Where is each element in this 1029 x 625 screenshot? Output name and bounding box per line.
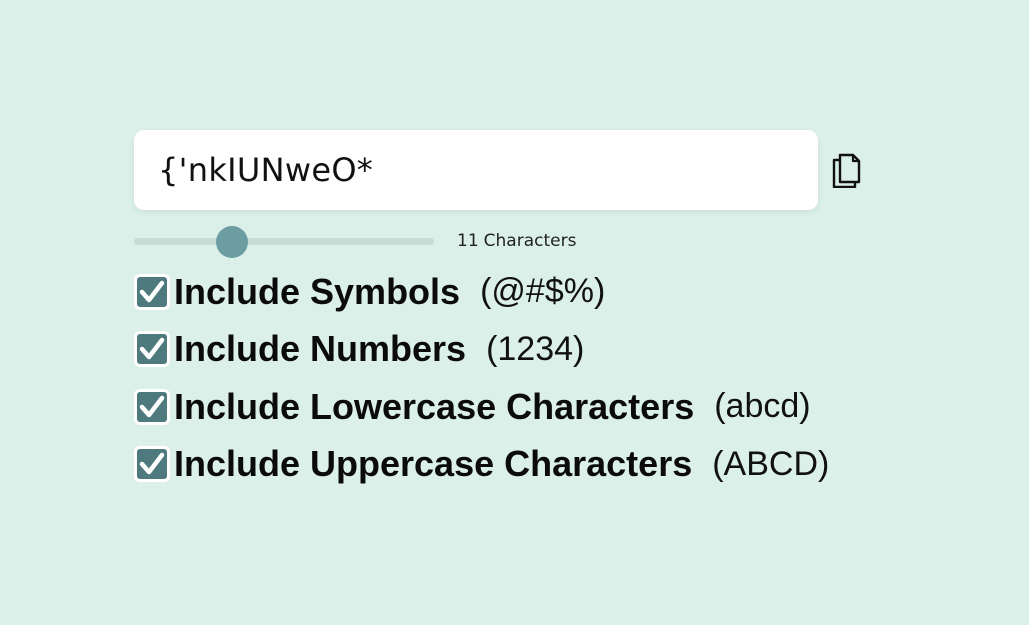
password-text: {'nkIUNweO* <box>158 151 374 189</box>
option-example: (1234) <box>486 329 585 368</box>
length-row: 11 Characters <box>134 225 874 258</box>
symbols-checkbox[interactable] <box>134 273 170 310</box>
uppercase-checkbox[interactable] <box>134 446 170 483</box>
option-uppercase[interactable]: Include Uppercase Characters (ABCD) <box>134 436 874 494</box>
length-slider-thumb[interactable] <box>216 225 248 258</box>
checkmark-icon <box>139 338 165 360</box>
length-slider[interactable] <box>134 225 434 258</box>
length-unit: Characters <box>483 231 577 251</box>
output-row: {'nkIUNweO* <box>134 130 874 210</box>
option-example: (@#$%) <box>480 272 606 311</box>
option-label: Include Numbers <box>174 328 467 370</box>
numbers-checkbox[interactable] <box>134 331 170 368</box>
checkmark-icon <box>139 453 165 475</box>
option-lowercase[interactable]: Include Lowercase Characters (abcd) <box>134 378 874 436</box>
option-label: Include Symbols <box>174 270 461 312</box>
lowercase-checkbox[interactable] <box>134 388 170 425</box>
option-example: (ABCD) <box>712 444 830 483</box>
option-label: Include Uppercase Characters <box>174 443 693 485</box>
length-label: 11 Characters <box>457 231 581 251</box>
option-symbols[interactable]: Include Symbols (@#$%) <box>134 263 874 321</box>
password-output[interactable]: {'nkIUNweO* <box>134 130 818 210</box>
options-list: Include Symbols (@#$%) Include Numbers (… <box>134 263 874 493</box>
option-label: Include Lowercase Characters <box>174 385 695 427</box>
length-count: 11 <box>457 231 479 251</box>
password-generator: {'nkIUNweO* 11 Characters Include Symbols <box>134 130 874 493</box>
checkmark-icon <box>139 395 165 417</box>
copy-button[interactable] <box>830 150 862 190</box>
copy-icon <box>832 153 861 188</box>
checkmark-icon <box>139 280 165 302</box>
option-example: (abcd) <box>714 387 811 426</box>
option-numbers[interactable]: Include Numbers (1234) <box>134 321 874 379</box>
